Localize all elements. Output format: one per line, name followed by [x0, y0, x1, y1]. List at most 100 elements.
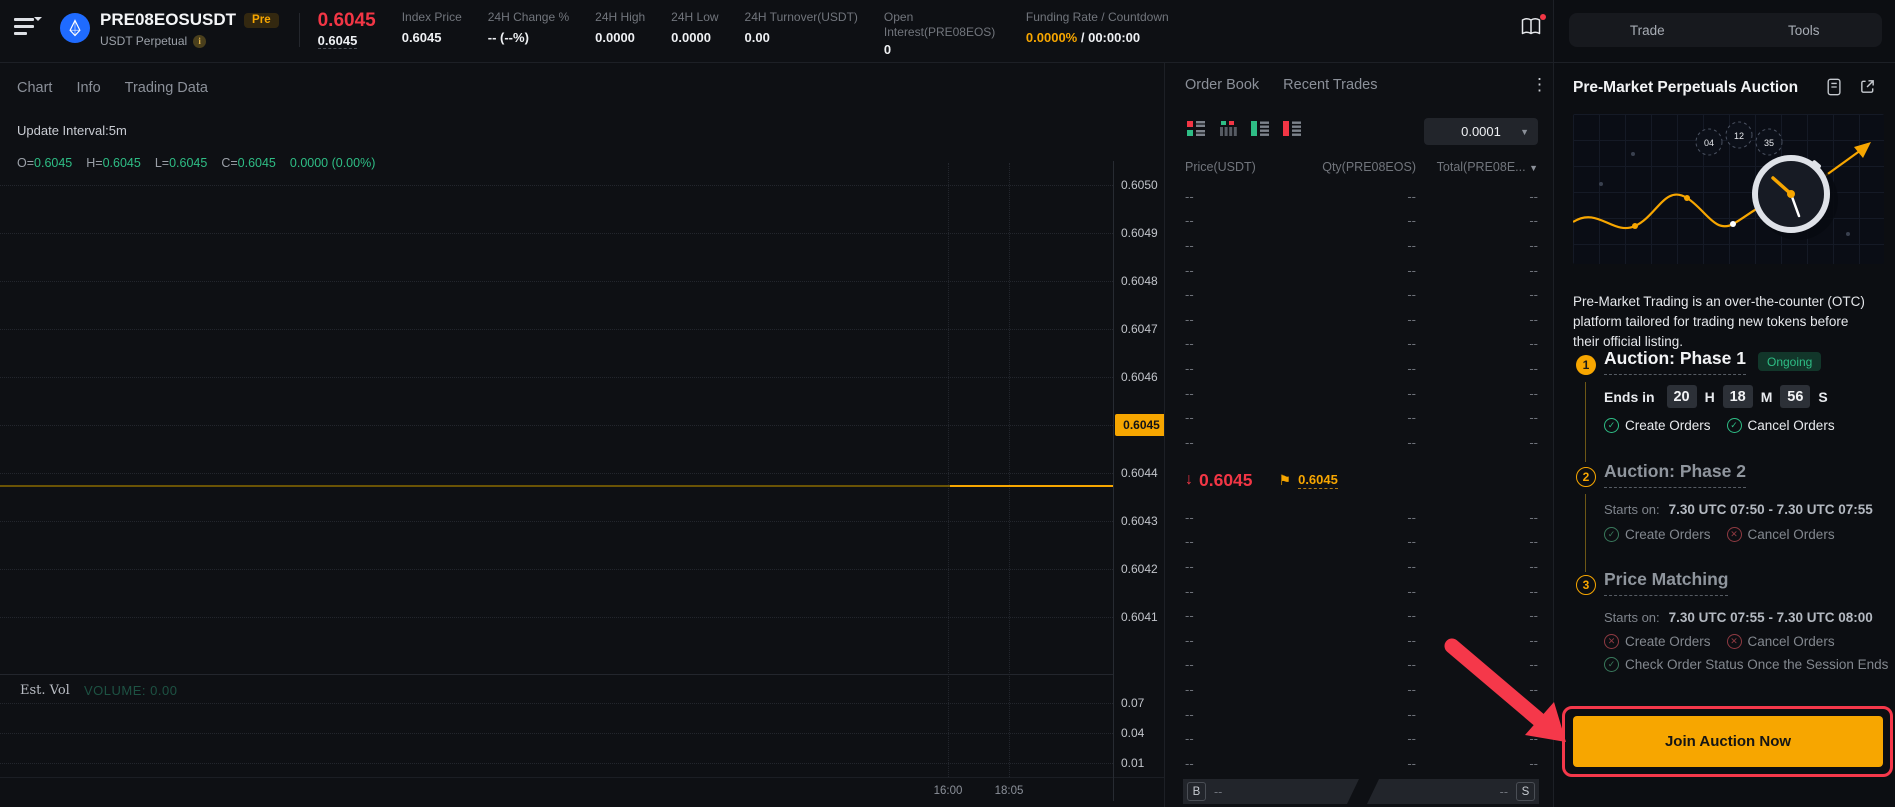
ask-row[interactable]: ------: [1185, 381, 1538, 406]
phase-2-schedule: Starts on: 7.30 UTC 07:50 - 7.30 UTC 07:…: [1604, 502, 1873, 517]
header-divider: [0, 62, 1895, 63]
phase-3-title[interactable]: Price Matching: [1604, 569, 1728, 596]
stat-24h-turnover: 24H Turnover(USDT) 0.00: [745, 10, 858, 45]
orderbook-tab[interactable]: Recent Trades: [1283, 77, 1377, 105]
ask-row[interactable]: ------: [1185, 405, 1538, 430]
orderbook-mode-sell-icon[interactable]: [1283, 121, 1301, 136]
phase-3-permissions: Create OrdersCancel Orders: [1604, 634, 1835, 649]
notification-dot: [1540, 14, 1546, 20]
more-options-icon[interactable]: ⋮: [1531, 75, 1548, 95]
bid-row[interactable]: ------: [1185, 579, 1538, 604]
auction-panel: TradeTools Pre-Market Perpetuals Auction…: [1553, 0, 1895, 807]
bid-row[interactable]: ------: [1185, 628, 1538, 653]
tick-size-select[interactable]: 0.0001 ▼: [1424, 118, 1538, 145]
bid-row[interactable]: ------: [1185, 653, 1538, 678]
ask-row[interactable]: ------: [1185, 356, 1538, 381]
phase-3-schedule: Starts on: 7.30 UTC 07:55 - 7.30 UTC 08:…: [1604, 610, 1873, 625]
price-axis-label: 0.6047: [1121, 305, 1163, 353]
col-total[interactable]: Total(PRE08E... ▼: [1416, 160, 1538, 174]
symbol-name[interactable]: PRE08EOSUSDT: [100, 10, 236, 30]
menu-icon[interactable]: [14, 18, 38, 39]
bid-row[interactable]: ------: [1185, 726, 1538, 751]
permission-icon: [1604, 527, 1619, 542]
ask-row[interactable]: ------: [1185, 282, 1538, 307]
ask-row[interactable]: ------: [1185, 233, 1538, 258]
chart-tab[interactable]: Trading Data: [125, 80, 208, 106]
last-price: 0.6045: [318, 10, 376, 31]
chart-panel: ChartInfoTrading Data Update Interval:5m…: [0, 63, 1164, 807]
chart-tab[interactable]: Info: [76, 80, 100, 106]
mark-price-link[interactable]: 0.6045: [1298, 472, 1338, 489]
dial-label: 35: [1764, 138, 1774, 148]
stat-24h-change: 24H Change % -- (--%): [488, 10, 569, 45]
mark-price[interactable]: 0.6045: [318, 33, 358, 49]
phase-3-header: Price Matching: [1604, 569, 1728, 596]
symbol-block: PRE08EOSUSDT Pre USDT Perpetual i: [100, 10, 279, 48]
join-auction-button[interactable]: Join Auction Now: [1573, 716, 1883, 767]
chart-tab[interactable]: Chart: [17, 80, 52, 106]
permission-icon: [1604, 418, 1619, 433]
stat-24h-high: 24H High 0.0000: [595, 10, 645, 45]
bid-row[interactable]: ------: [1185, 530, 1538, 555]
phase-2-permissions: Create OrdersCancel Orders: [1604, 527, 1835, 542]
bid-row[interactable]: ------: [1185, 603, 1538, 628]
bid-row[interactable]: ------: [1185, 554, 1538, 579]
auction-banner: 04 12 35: [1573, 114, 1884, 264]
phase-1-header: Auction: Phase 1 Ongoing: [1604, 348, 1821, 375]
permission-item: Cancel Orders: [1727, 418, 1835, 433]
price-axis-label: 0.6046: [1121, 353, 1163, 401]
stat-24h-low: 24H Low 0.0000: [671, 10, 718, 45]
h-gridline: [0, 281, 1113, 282]
h-gridline: [0, 521, 1113, 522]
orderbook-mode-buy-icon[interactable]: [1251, 121, 1269, 136]
h-gridline: [0, 763, 1113, 764]
h-gridline: [0, 329, 1113, 330]
price-axis-label: 0.6042: [1121, 545, 1163, 593]
ask-row[interactable]: ------: [1185, 332, 1538, 357]
buy-sell-ratio-gauge: B -- -- S: [1183, 779, 1539, 804]
bids-list: ------ ------ ------ ------ ------: [1185, 505, 1538, 776]
info-icon[interactable]: i: [193, 35, 206, 48]
h-gridline: [0, 473, 1113, 474]
bid-row[interactable]: ------: [1185, 702, 1538, 727]
volume-axis-label: 0.07: [1121, 694, 1144, 712]
orderbook-tab[interactable]: Order Book: [1185, 77, 1259, 105]
phase-connector: [1585, 494, 1586, 572]
document-icon[interactable]: [1826, 78, 1843, 96]
h-gridline: [0, 377, 1113, 378]
phase-3-status-note: Check Order Status Once the Session Ends: [1604, 657, 1888, 672]
price-axis-label: 0.6041: [1121, 593, 1163, 641]
permission-icon: [1604, 634, 1619, 649]
stat-index-price: Index Price 0.6045: [402, 10, 462, 45]
panel-tab[interactable]: Trade: [1569, 13, 1726, 47]
ask-row[interactable]: ------: [1185, 209, 1538, 234]
ask-row[interactable]: ------: [1185, 258, 1538, 283]
bid-row[interactable]: ------: [1185, 751, 1538, 776]
phase-2-number: 2: [1576, 467, 1596, 487]
asks-list: ------ ------ ------ ------ ------: [1185, 184, 1538, 455]
permission-icon: [1727, 418, 1742, 433]
h-gridline: [0, 733, 1113, 734]
stat-open-interest: Open Interest(PRE08EOS) 0: [884, 10, 996, 57]
h-gridline: [0, 617, 1113, 618]
orderbook-guide-icon[interactable]: [1519, 15, 1545, 41]
phase-1-title[interactable]: Auction: Phase 1: [1604, 348, 1746, 375]
permission-item: Create Orders: [1604, 634, 1711, 649]
permission-item: Create Orders: [1604, 527, 1711, 542]
bid-row[interactable]: ------: [1185, 505, 1538, 530]
current-price-badge: 0.6045: [1115, 414, 1168, 436]
ask-row[interactable]: ------: [1185, 430, 1538, 455]
time-axis-label: 16:00: [934, 785, 963, 797]
external-link-icon[interactable]: [1859, 78, 1876, 95]
phase-2-title[interactable]: Auction: Phase 2: [1604, 461, 1746, 488]
ask-row[interactable]: ------: [1185, 307, 1538, 332]
title-icons: [1826, 78, 1876, 96]
panel-tab[interactable]: Tools: [1726, 13, 1883, 47]
orderbook-mode-default-icon[interactable]: [1187, 121, 1205, 136]
orderbook-mode-depth-icon[interactable]: [1219, 121, 1237, 136]
price-axis[interactable]: 0.60500.60490.60480.60470.60460.60440.60…: [1121, 161, 1163, 641]
permission-icon: [1604, 657, 1619, 672]
ask-row[interactable]: ------: [1185, 184, 1538, 209]
orderbook-last-price[interactable]: 0.6045: [1199, 470, 1253, 491]
bid-row[interactable]: ------: [1185, 677, 1538, 702]
